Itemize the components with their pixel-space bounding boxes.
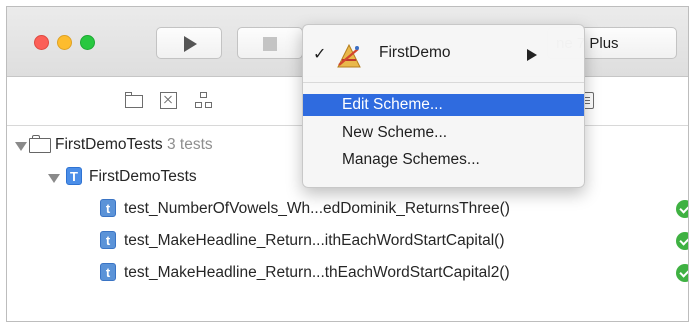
test-method-label: test_MakeHeadline_Return...thEachWordSta…	[124, 264, 510, 281]
scheme-item-firstdemo[interactable]: ✓ FirstDemo	[303, 37, 584, 71]
new-scheme-menu-item[interactable]: New Scheme...	[303, 122, 584, 144]
test-bundle-label: FirstDemoTests	[89, 168, 197, 185]
test-method-row[interactable]: t test_MakeHeadline_Return...thEachWordS…	[7, 257, 688, 289]
close-window-button[interactable]	[34, 35, 49, 50]
menu-item-label: Manage Schemes...	[342, 151, 480, 168]
scheme-menu: ✓ FirstDemo Edit Scheme... New Scheme...…	[302, 24, 585, 188]
test-method-icon: t	[100, 199, 116, 217]
test-passed-icon[interactable]	[676, 264, 688, 282]
test-method-icon: t	[100, 263, 116, 281]
menu-separator	[303, 82, 584, 83]
checkmark-icon: ✓	[313, 46, 327, 63]
test-method-row[interactable]: t test_MakeHeadline_Return...ithEachWord…	[7, 225, 688, 257]
test-passed-icon[interactable]	[676, 232, 688, 250]
test-method-label: test_MakeHeadline_Return...ithEachWordSt…	[124, 232, 505, 249]
scheme-name: FirstDemo	[379, 44, 451, 61]
xcode-window: ne 7 Plus FirstDemoTests 3 tests T First…	[6, 6, 689, 322]
stop-icon	[263, 37, 277, 51]
test-passed-icon[interactable]	[676, 200, 688, 218]
app-target-icon	[337, 43, 361, 68]
minimize-window-button[interactable]	[57, 35, 72, 50]
test-plan-icon	[29, 135, 51, 153]
menu-item-label: New Scheme...	[342, 124, 448, 141]
folder-icon[interactable]	[125, 92, 143, 109]
disclosure-triangle-icon[interactable]	[15, 142, 27, 151]
test-group-label: FirstDemoTests 3 tests	[55, 136, 213, 154]
test-method-label: test_NumberOfVowels_Wh...edDominik_Retur…	[124, 200, 510, 217]
test-count: 3 tests	[166, 136, 213, 153]
test-bundle-icon: T	[66, 167, 82, 185]
menu-item-label: Edit Scheme...	[342, 96, 443, 113]
play-icon	[184, 36, 197, 52]
test-method-icon: t	[100, 231, 116, 249]
disclosure-triangle-icon[interactable]	[48, 174, 60, 183]
manage-schemes-menu-item[interactable]: Manage Schemes...	[303, 149, 584, 171]
test-method-row[interactable]: t test_NumberOfVowels_Wh...edDominik_Ret…	[7, 193, 688, 225]
test-group-name: FirstDemoTests	[55, 136, 163, 153]
source-control-icon[interactable]	[160, 92, 178, 109]
run-button[interactable]	[156, 27, 222, 59]
stop-button[interactable]	[237, 27, 303, 59]
submenu-arrow-icon	[527, 49, 537, 61]
zoom-window-button[interactable]	[80, 35, 95, 50]
hierarchy-icon[interactable]	[195, 92, 213, 109]
edit-scheme-menu-item[interactable]: Edit Scheme...	[303, 94, 584, 116]
